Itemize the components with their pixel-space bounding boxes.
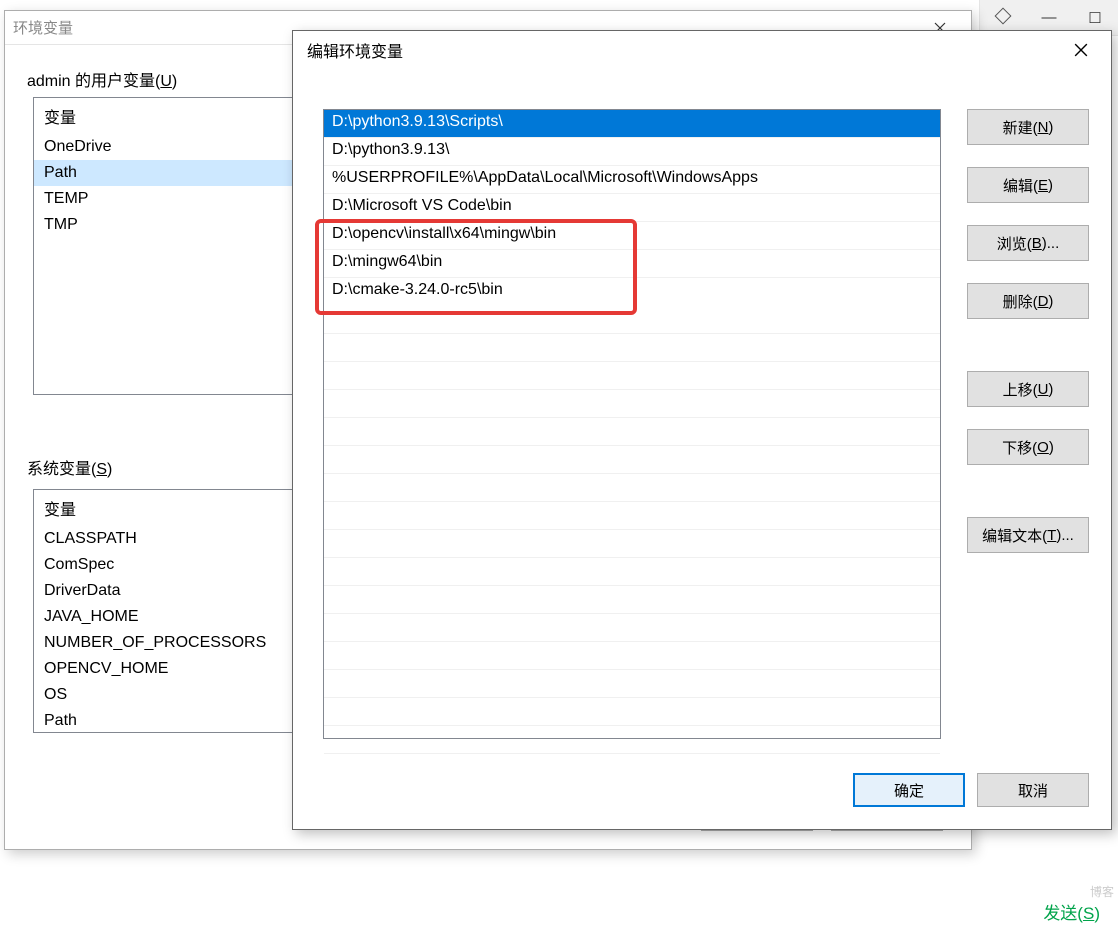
path-listbox[interactable]: D:\python3.9.13\Scripts\D:\python3.9.13\… bbox=[323, 109, 941, 739]
path-row[interactable]: D:\mingw64\bin bbox=[324, 250, 940, 278]
path-row[interactable]: D:\opencv\install\x64\mingw\bin bbox=[324, 222, 940, 250]
path-row[interactable]: %USERPROFILE%\AppData\Local\Microsoft\Wi… bbox=[324, 166, 940, 194]
edit-dialog-title: 编辑环境变量 bbox=[307, 38, 403, 62]
delete-button[interactable]: 删除(D) bbox=[967, 283, 1089, 319]
close-icon[interactable] bbox=[1057, 34, 1105, 66]
path-row[interactable]: D:\python3.9.13\ bbox=[324, 138, 940, 166]
edit-env-variable-dialog: 编辑环境变量 D:\python3.9.13\Scripts\D:\python… bbox=[292, 30, 1112, 830]
move-down-button[interactable]: 下移(O) bbox=[967, 429, 1089, 465]
env-dialog-title: 环境变量 bbox=[13, 17, 73, 38]
path-row[interactable]: D:\cmake-3.24.0-rc5\bin bbox=[324, 278, 940, 306]
edit-cancel-button[interactable]: 取消 bbox=[977, 773, 1089, 807]
edit-text-button[interactable]: 编辑文本(T)... bbox=[967, 517, 1089, 553]
path-row[interactable]: D:\Microsoft VS Code\bin bbox=[324, 194, 940, 222]
new-button[interactable]: 新建(N) bbox=[967, 109, 1089, 145]
edit-button[interactable]: 编辑(E) bbox=[967, 167, 1089, 203]
edit-ok-button[interactable]: 确定 bbox=[853, 773, 965, 807]
path-row[interactable]: D:\python3.9.13\Scripts\ bbox=[324, 110, 940, 138]
send-link[interactable]: 发送(S) bbox=[1043, 899, 1100, 924]
move-up-button[interactable]: 上移(U) bbox=[967, 371, 1089, 407]
browse-button[interactable]: 浏览(B)... bbox=[967, 225, 1089, 261]
edit-dialog-titlebar[interactable]: 编辑环境变量 bbox=[293, 31, 1111, 69]
watermark-text: 博客 bbox=[1090, 883, 1114, 900]
